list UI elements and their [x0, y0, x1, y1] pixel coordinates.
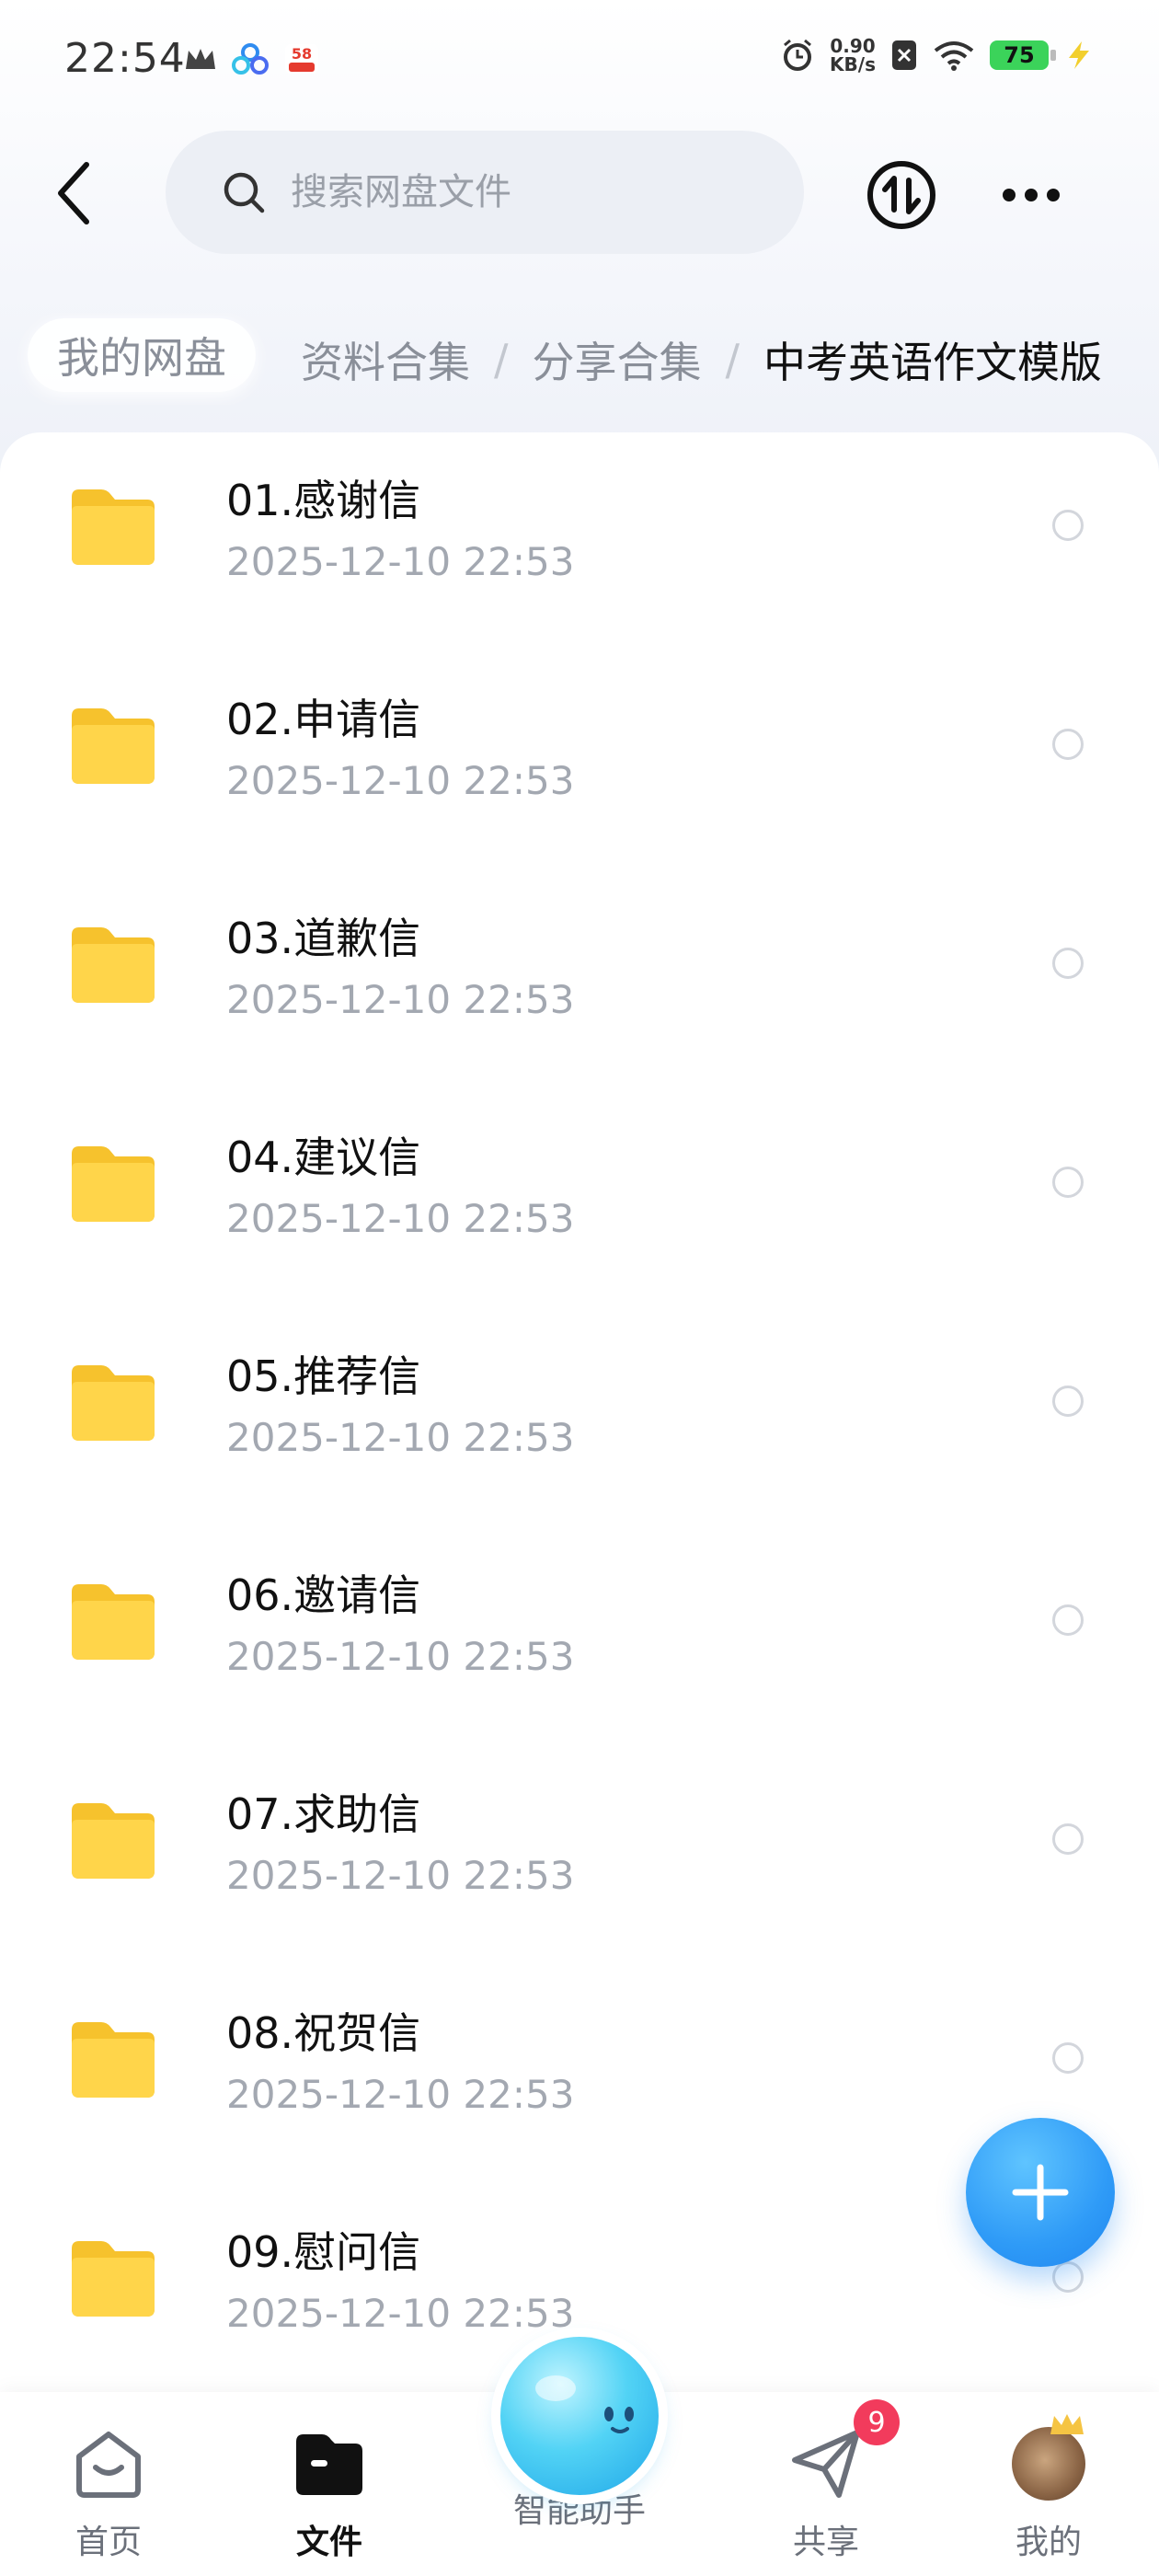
nav-files[interactable]: 文件 [237, 2420, 421, 2563]
file-list: 01.感谢信 2025-12-10 22:53 02.申请信 2025-12-1… [0, 432, 1159, 2403]
folder-icon [72, 1803, 155, 1879]
folder-name: 01.感谢信 [226, 476, 421, 525]
folder-icon [72, 1365, 155, 1441]
status-app-icons: 58 [184, 40, 320, 77]
chevron-left-icon [58, 162, 89, 224]
nav-files-label: 文件 [295, 2524, 362, 2561]
breadcrumb-track: 资料合集 / 分享合集 / 中考英语作文模版 [301, 329, 1102, 390]
folder-row[interactable]: 02.申请信 2025-12-10 22:53 [0, 651, 1159, 870]
folder-row[interactable]: 05.推荐信 2025-12-10 22:53 [0, 1308, 1159, 1527]
more-dot-icon [1047, 189, 1060, 201]
folder-name: 08.祝贺信 [226, 2008, 421, 2058]
nav-home[interactable]: 首页 [17, 2420, 201, 2563]
folder-name: 09.慰问信 [226, 2227, 421, 2277]
select-checkbox[interactable] [1052, 2042, 1084, 2074]
breadcrumb-home[interactable]: 我的网盘 [28, 318, 256, 392]
back-button[interactable] [46, 156, 101, 230]
folder-icon [72, 2022, 155, 2098]
charging-icon [1069, 41, 1089, 69]
crown-icon [1050, 2414, 1084, 2434]
folder-date: 2025-12-10 22:53 [226, 1853, 575, 1898]
folder-icon [72, 708, 155, 784]
files-icon [296, 2434, 362, 2495]
more-dot-icon [1003, 189, 1016, 201]
folder-date: 2025-12-10 22:53 [226, 2291, 575, 2336]
assistant-orb[interactable] [500, 2337, 659, 2495]
nav-mine[interactable]: 我的 [957, 2414, 1141, 2563]
breadcrumb-separator: / [725, 335, 740, 385]
58-app-icon: 58 [285, 44, 318, 74]
share-badge: 9 [854, 2399, 900, 2445]
avatar [1012, 2414, 1085, 2501]
folder-name: 04.建议信 [226, 1133, 421, 1182]
folder-row[interactable]: 07.求助信 2025-12-10 22:53 [0, 1746, 1159, 1965]
folder-name: 02.申请信 [226, 695, 421, 744]
select-checkbox[interactable] [1052, 510, 1084, 541]
breadcrumb: 资料合集 / 分享合集 / 中考英语作文模版 我的网盘 [0, 313, 1159, 405]
folder-row[interactable]: 06.邀请信 2025-12-10 22:53 [0, 1527, 1159, 1746]
folder-name: 06.邀请信 [226, 1570, 421, 1620]
wifi-icon [934, 41, 974, 71]
breadcrumb-item[interactable]: 分享合集 [533, 329, 702, 390]
folder-date: 2025-12-10 22:53 [226, 2072, 575, 2117]
folder-icon [72, 2241, 155, 2317]
plus-icon [1012, 2164, 1069, 2221]
file-list-panel: 01.感谢信 2025-12-10 22:53 02.申请信 2025-12-1… [0, 432, 1159, 2392]
assistant-face-icon [535, 2375, 634, 2433]
nav-mine-label: 我的 [1015, 2524, 1082, 2561]
home-icon [76, 2432, 141, 2498]
folder-date: 2025-12-10 22:53 [226, 977, 575, 1022]
transfer-button[interactable] [865, 158, 938, 232]
status-bar: 22:54 58 0.90 KB/s 75 [0, 0, 1159, 120]
folder-icon [72, 927, 155, 1003]
select-checkbox[interactable] [1052, 729, 1084, 760]
status-time: 22:54 [64, 35, 186, 82]
alarm-icon [784, 39, 812, 71]
breadcrumb-current: 中考英语作文模版 [763, 338, 1102, 387]
folder-row[interactable]: 03.道歉信 2025-12-10 22:53 [0, 870, 1159, 1089]
folder-name: 07.求助信 [226, 1789, 421, 1839]
more-button[interactable] [1003, 177, 1067, 213]
transfer-icon [867, 161, 935, 229]
nav-share[interactable]: 共享 [734, 2420, 918, 2563]
add-button[interactable] [966, 2118, 1115, 2267]
select-checkbox[interactable] [1052, 1604, 1084, 1636]
folder-date: 2025-12-10 22:53 [226, 1415, 575, 1460]
close-box-icon [892, 40, 916, 70]
nav-home-label: 首页 [75, 2524, 142, 2561]
nav-share-label: 共享 [792, 2524, 859, 2561]
search-input[interactable] [289, 170, 752, 214]
breadcrumb-separator: / [494, 335, 509, 385]
folder-date: 2025-12-10 22:53 [226, 539, 575, 584]
folder-icon [72, 489, 155, 565]
folder-date: 2025-12-10 22:53 [226, 1634, 575, 1679]
select-checkbox[interactable] [1052, 948, 1084, 979]
network-speed: 0.90 KB/s [830, 35, 876, 75]
paper-plane-icon [792, 2430, 860, 2498]
folder-name: 03.道歉信 [226, 914, 421, 963]
select-checkbox[interactable] [1052, 1167, 1084, 1198]
select-checkbox[interactable] [1052, 2261, 1084, 2293]
folder-name: 05.推荐信 [226, 1351, 421, 1401]
select-checkbox[interactable] [1052, 1386, 1084, 1417]
cloud-app-icon [232, 43, 269, 75]
more-dot-icon [1025, 189, 1038, 201]
search-bar[interactable] [166, 131, 804, 254]
status-system-icons: 0.90 KB/s 75 [780, 37, 1095, 74]
breadcrumb-item[interactable]: 资料合集 [301, 329, 470, 390]
search-icon [224, 172, 265, 213]
folder-icon [72, 1584, 155, 1660]
crown-icon [186, 49, 215, 69]
select-checkbox[interactable] [1052, 1823, 1084, 1855]
svg-text:58: 58 [292, 45, 312, 63]
folder-date: 2025-12-10 22:53 [226, 758, 575, 803]
folder-row[interactable]: 04.建议信 2025-12-10 22:53 [0, 1089, 1159, 1308]
folder-date: 2025-12-10 22:53 [226, 1196, 575, 1241]
folder-row[interactable]: 01.感谢信 2025-12-10 22:53 [0, 432, 1159, 651]
folder-icon [72, 1146, 155, 1222]
battery-icon: 75 [990, 40, 1056, 70]
